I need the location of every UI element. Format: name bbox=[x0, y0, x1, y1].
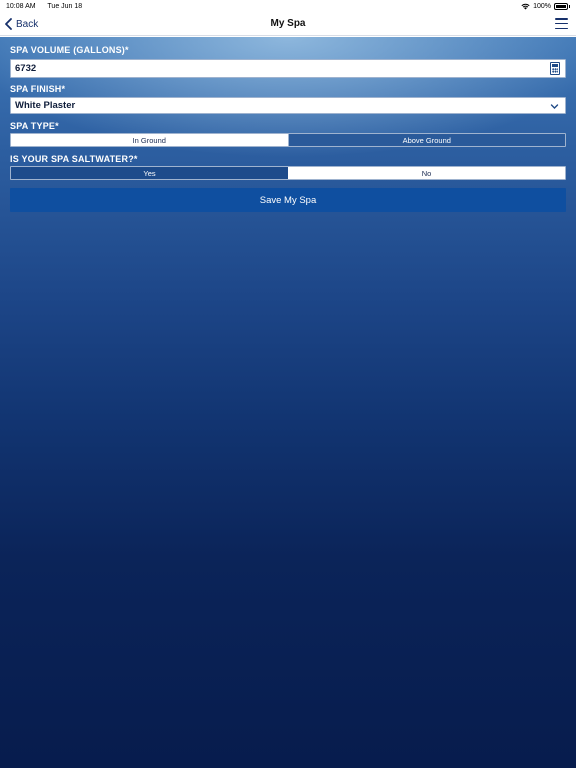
calculator-icon[interactable] bbox=[550, 62, 560, 75]
saltwater-yes-option[interactable]: Yes bbox=[11, 167, 288, 179]
battery-icon bbox=[554, 2, 568, 10]
battery-tip bbox=[569, 4, 570, 8]
spa-finish-label: SPA FINISH* bbox=[10, 84, 66, 94]
main-content: SPA VOLUME (GALLONS)* 6732 SPA FINISH* W… bbox=[0, 37, 576, 768]
chevron-down-icon bbox=[550, 104, 559, 109]
back-button[interactable]: Back bbox=[4, 16, 38, 32]
spa-type-above-ground-option[interactable]: Above Ground bbox=[287, 134, 565, 146]
status-right: 100% bbox=[521, 2, 570, 10]
spa-type-in-ground-option[interactable]: In Ground bbox=[11, 134, 288, 146]
status-bar: 10:08 AM Tue Jun 18 100% bbox=[0, 0, 576, 12]
saltwater-label: IS YOUR SPA SALTWATER?* bbox=[10, 154, 138, 164]
page-title: My Spa bbox=[270, 18, 306, 29]
battery-percent: 100% bbox=[533, 2, 551, 10]
spa-finish-select[interactable]: White Plaster bbox=[10, 97, 566, 114]
status-date: Tue Jun 18 bbox=[47, 2, 83, 10]
spa-type-label: SPA TYPE* bbox=[10, 121, 59, 131]
hamburger-menu-icon[interactable] bbox=[555, 18, 568, 29]
navigation-bar: Back My Spa bbox=[0, 12, 576, 36]
spa-volume-value: 6732 bbox=[15, 63, 37, 74]
spa-type-segmented-control: In Ground Above Ground bbox=[10, 133, 566, 147]
spa-volume-input[interactable]: 6732 bbox=[10, 59, 566, 78]
save-my-spa-button[interactable]: Save My Spa bbox=[10, 188, 566, 212]
chevron-left-icon bbox=[5, 18, 12, 30]
saltwater-segmented-control: Yes No bbox=[10, 166, 566, 180]
spa-volume-label: SPA VOLUME (GALLONS)* bbox=[10, 45, 129, 55]
status-time: 10:08 AM bbox=[6, 2, 36, 10]
spa-finish-value: White Plaster bbox=[15, 100, 76, 111]
saltwater-no-option[interactable]: No bbox=[288, 167, 565, 179]
status-left: 10:08 AM Tue Jun 18 bbox=[6, 3, 92, 10]
back-label: Back bbox=[16, 18, 39, 30]
wifi-icon bbox=[521, 3, 530, 9]
